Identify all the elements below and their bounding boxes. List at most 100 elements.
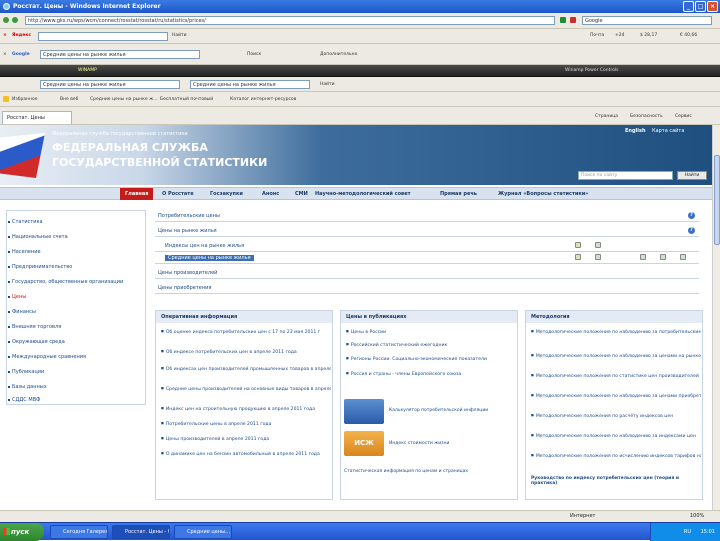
site-search-input[interactable]: Поиск по сайту: [578, 171, 673, 180]
keyboard-language[interactable]: RU: [684, 529, 691, 535]
document-icon[interactable]: [575, 242, 581, 248]
tab-search-button[interactable]: Найти: [320, 80, 335, 89]
cost-of-living-link[interactable]: Индекс стоимости жизни: [389, 441, 449, 446]
address-input[interactable]: http://www.gks.ru/wps/wcm/connect/rossta…: [25, 16, 555, 25]
nav-media[interactable]: СМИ: [295, 188, 308, 200]
nav-science-council[interactable]: Научно-методологический совет: [315, 188, 411, 200]
table-row[interactable]: Цены приобретения: [155, 282, 699, 294]
favorites-item-2[interactable]: Средние цены на рынке ж…: [90, 95, 158, 104]
left-menu-item[interactable]: Предпринимательство: [7, 264, 72, 270]
list-item[interactable]: Об индексе потребительских цен в апреле …: [161, 349, 331, 355]
left-menu-item[interactable]: Окружающая среда: [8, 339, 65, 345]
stop-icon[interactable]: [570, 17, 576, 23]
list-item[interactable]: Методологические положения по наблюдению…: [531, 329, 701, 335]
table-row[interactable]: Цены производителей: [155, 267, 699, 279]
tab-search-input-2[interactable]: Средние цены на рынке жилья: [190, 80, 310, 89]
minimize-button[interactable]: _: [683, 1, 694, 12]
taskbar-task[interactable]: Средние цены…: [174, 525, 232, 539]
close-button[interactable]: ×: [707, 1, 718, 12]
excel-icon[interactable]: [660, 254, 666, 260]
favorites-item-4[interactable]: Каталог интернет-ресурсов: [230, 95, 296, 104]
taskbar-task[interactable]: Сегодня Галерея М…: [50, 525, 108, 539]
start-button[interactable]: пуск: [0, 523, 44, 541]
winamp-label[interactable]: WINAMP: [78, 65, 97, 77]
table-row[interactable]: Потребительские цены ?: [155, 210, 699, 222]
list-item[interactable]: Россия и страны - члены Европейского сою…: [346, 371, 516, 377]
google-search-input[interactable]: Средние цены на рынке жилья: [40, 50, 200, 59]
sitemap-link[interactable]: Карта сайта: [652, 128, 684, 134]
left-menu-item[interactable]: Государство, общественные организации: [7, 279, 123, 285]
forward-icon[interactable]: [12, 17, 18, 23]
left-menu-item[interactable]: Статистика: [8, 219, 43, 225]
english-link[interactable]: English: [625, 128, 646, 134]
service-menu[interactable]: Сервис: [675, 112, 692, 121]
list-item[interactable]: Цены производителей в апреле 2011 года: [161, 436, 331, 442]
list-item[interactable]: Индекс цен на строительную продукцию в а…: [161, 406, 331, 412]
list-item[interactable]: Средние цены производителей на основные …: [161, 386, 331, 392]
cost-of-living-button-icon[interactable]: ИСЖ: [344, 431, 384, 456]
left-menu-item[interactable]: Внешняя торговля: [7, 324, 61, 330]
list-item[interactable]: Методологические положения по наблюдению…: [531, 353, 701, 359]
calculator-link[interactable]: Калькулятор потребительской инфляции: [389, 408, 488, 413]
list-item[interactable]: Методологические положения по исчислению…: [531, 453, 701, 459]
list-item[interactable]: Методологические положения по расчёту ин…: [531, 413, 701, 419]
nav-announce[interactable]: Анонс: [262, 188, 279, 200]
nav-journal[interactable]: Журнал «Вопросы статистики»: [498, 188, 589, 200]
excel-icon[interactable]: [595, 242, 601, 248]
excel-icon[interactable]: [640, 254, 646, 260]
table-row[interactable]: Цены на рынке жилья ?: [155, 225, 699, 237]
safety-menu[interactable]: Безопасность: [630, 112, 663, 121]
refresh-icon[interactable]: [560, 17, 566, 23]
list-item[interactable]: Методологические положения по наблюдению…: [531, 393, 701, 399]
list-item[interactable]: Цены в России: [346, 329, 516, 335]
yandex-search-input[interactable]: [38, 32, 168, 41]
google-close-icon[interactable]: ×: [3, 50, 7, 59]
winamp-power-controls[interactable]: Winamp Power Controls: [565, 65, 619, 77]
tab-search-input[interactable]: Средние цены на рынке жилья: [40, 80, 180, 89]
list-item[interactable]: Российский статистический ежегодник: [346, 342, 516, 348]
methodology-footer-link[interactable]: Руководство по индексу потребительских ц…: [531, 476, 699, 486]
yandex-close-icon[interactable]: ×: [3, 31, 7, 40]
left-menu-item[interactable]: Население: [8, 249, 41, 255]
list-item[interactable]: Потребительские цены в апреле 2011 года: [161, 421, 331, 427]
yandex-mail-link[interactable]: Почта: [590, 31, 604, 40]
list-item[interactable]: Методологические положения по наблюдению…: [531, 433, 701, 439]
left-menu-item[interactable]: Базы данных: [8, 384, 47, 390]
left-menu-item[interactable]: СДДС МВФ: [7, 397, 40, 403]
table-row[interactable]: Индексы цен на рынке жилья: [155, 240, 699, 252]
yandex-search-button[interactable]: Найти: [172, 31, 187, 40]
list-item[interactable]: Методологические положения по статистике…: [531, 373, 701, 379]
ie-tab[interactable]: Росстат. Цены: [2, 111, 72, 124]
google-more-button[interactable]: Дополнительно: [320, 50, 357, 59]
left-menu-item[interactable]: Международные сравнения: [7, 354, 86, 360]
list-item[interactable]: Регионы России. Социально-экономические …: [346, 356, 516, 362]
page-menu[interactable]: Страница: [595, 112, 618, 121]
scrollbar-thumb[interactable]: [714, 155, 720, 245]
help-icon[interactable]: ?: [688, 227, 695, 234]
zoom-level[interactable]: 100%: [690, 511, 704, 522]
favorites-label[interactable]: Избранное: [12, 95, 38, 104]
left-menu-item[interactable]: Национальные счета: [8, 234, 68, 240]
list-item[interactable]: О динамике цен на бензин автомобильный в…: [161, 451, 331, 457]
vertical-scrollbar[interactable]: [712, 125, 720, 510]
nav-direct-speech[interactable]: Прямая речь: [440, 188, 477, 200]
left-menu-item-active[interactable]: Цены: [7, 294, 26, 300]
table-row[interactable]: Средние цены на рынке жилья: [155, 252, 699, 264]
nav-procurement[interactable]: Госзакупки: [210, 188, 243, 200]
google-search-button[interactable]: Поиск: [247, 50, 261, 59]
list-item[interactable]: Об индексах цен производителей промышлен…: [161, 366, 331, 372]
back-icon[interactable]: [3, 17, 9, 23]
statistics-link[interactable]: Статистическая информация по ценам и стр…: [344, 469, 468, 474]
nav-home[interactable]: Главная: [120, 188, 154, 200]
left-menu-item[interactable]: Публикации: [7, 369, 44, 375]
favorites-item-3[interactable]: Бесплатный почтовый: [160, 95, 213, 104]
favorites-item-1[interactable]: Вне веб: [60, 95, 78, 104]
document-icon[interactable]: [575, 254, 581, 260]
nav-about[interactable]: О Росстате: [162, 188, 194, 200]
excel-icon[interactable]: [595, 254, 601, 260]
help-icon[interactable]: ?: [688, 212, 695, 219]
left-menu-item[interactable]: Финансы: [8, 309, 36, 315]
taskbar-task-active[interactable]: Росстат. Цены - Wi…: [112, 525, 170, 539]
site-search-button[interactable]: Найти: [677, 171, 707, 180]
favorites-star-icon[interactable]: [3, 96, 9, 102]
